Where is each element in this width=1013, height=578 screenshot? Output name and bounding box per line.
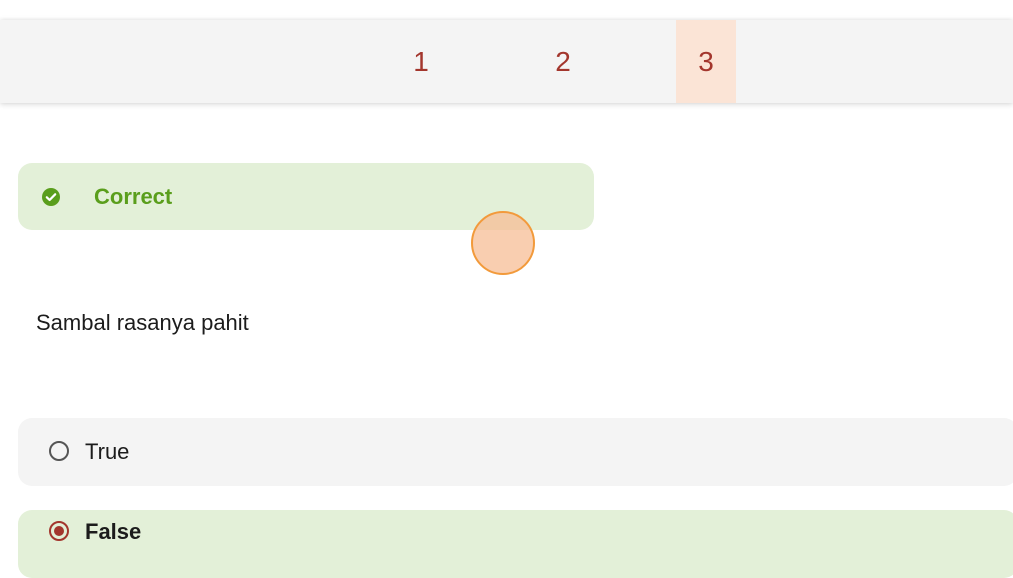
option-false[interactable]: False <box>18 510 1013 578</box>
check-circle-icon <box>42 188 60 206</box>
top-strip <box>0 0 1013 20</box>
option-false-label: False <box>85 519 142 544</box>
page-1-button[interactable]: 1 <box>391 20 451 103</box>
question-text: Sambal rasanya pahit <box>36 310 249 335</box>
cursor-indicator <box>471 211 535 275</box>
radio-false[interactable] <box>49 521 69 541</box>
question-pagination: 1 2 3 <box>0 20 1013 103</box>
radio-true[interactable] <box>49 441 69 461</box>
page-3-button[interactable]: 3 <box>676 20 736 103</box>
feedback-label: Correct <box>94 184 173 209</box>
option-true-label: True <box>85 439 130 464</box>
page-2-button[interactable]: 2 <box>533 20 593 103</box>
option-true[interactable]: True <box>18 418 1013 486</box>
